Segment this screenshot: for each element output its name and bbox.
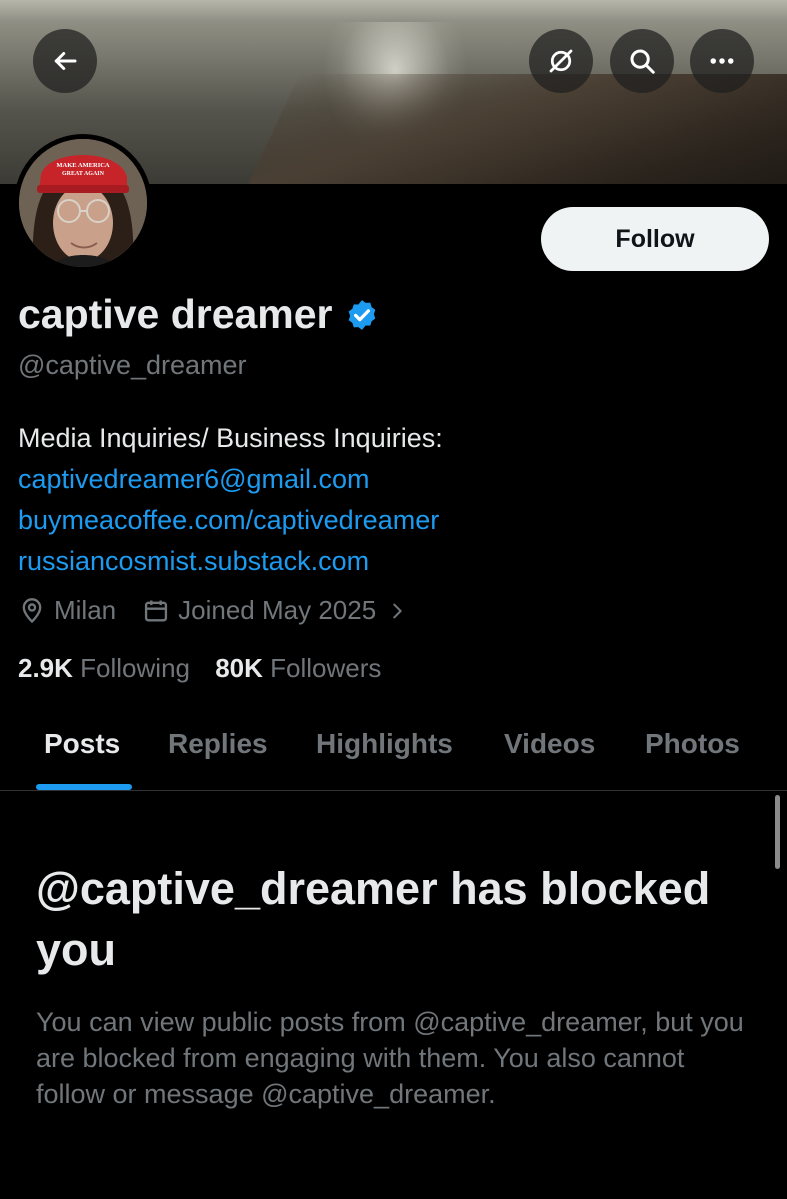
tab-replies[interactable]: Replies [168, 728, 268, 760]
bio-link-substack[interactable]: russiancosmist.substack.com [18, 541, 443, 582]
profile-stats: 2.9K Following 80K Followers [18, 653, 399, 684]
profile-tabs: Posts Replies Highlights Videos Photos [0, 710, 787, 791]
avatar[interactable]: MAKE AMERICA GREAT AGAIN [14, 134, 152, 272]
following-label: Following [80, 653, 190, 683]
profile-page: MAKE AMERICA GREAT AGAIN Follow captive … [0, 0, 787, 1199]
back-button[interactable] [33, 29, 97, 93]
profile-handle: @captive_dreamer [18, 350, 247, 380]
following-count: 2.9K [18, 653, 73, 683]
tab-photos[interactable]: Photos [645, 728, 740, 760]
tab-posts[interactable]: Posts [44, 728, 120, 760]
svg-text:MAKE AMERICA: MAKE AMERICA [56, 162, 110, 169]
bio-text: Media Inquiries/ Business Inquiries: [18, 423, 443, 453]
display-name: captive dreamer [18, 291, 379, 338]
following-stat[interactable]: 2.9K Following [18, 653, 197, 683]
verified-badge-icon[interactable] [345, 298, 379, 332]
scrollbar[interactable] [775, 795, 780, 869]
bio-link-buymeacoffee[interactable]: buymeacoffee.com/captivedreamer [18, 500, 443, 541]
bio-link-email[interactable]: captivedreamer6@gmail.com [18, 459, 443, 500]
joined-item[interactable]: Joined May 2025 [142, 595, 408, 626]
no-sync-button[interactable] [529, 29, 593, 93]
search-icon [630, 49, 655, 74]
followers-stat[interactable]: 80K Followers [215, 653, 381, 683]
avatar-photo: MAKE AMERICA GREAT AGAIN [19, 139, 147, 267]
display-name-text: captive dreamer [18, 291, 333, 337]
chevron-right-icon [393, 603, 402, 618]
tab-highlights[interactable]: Highlights [316, 728, 453, 760]
location-text: Milan [54, 595, 117, 625]
blocked-title: @captive_dreamer has blocked you [36, 863, 711, 975]
profile-meta: Milan Joined May 2025 [18, 595, 434, 626]
profile-bio: Media Inquiries/ Business Inquiries: cap… [18, 418, 443, 582]
joined-text: Joined May 2025 [178, 595, 377, 625]
location-pin-icon [22, 597, 42, 623]
active-tab-indicator [36, 784, 132, 790]
more-icon [710, 58, 734, 64]
no-sync-icon [549, 49, 573, 73]
tab-videos[interactable]: Videos [504, 728, 595, 760]
blocked-description: You can view public posts from @captive_… [36, 1007, 744, 1109]
followers-count: 80K [215, 653, 263, 683]
followers-label: Followers [270, 653, 382, 683]
follow-button[interactable]: Follow [541, 207, 769, 271]
location-item: Milan [18, 595, 116, 626]
svg-text:GREAT AGAIN: GREAT AGAIN [62, 171, 105, 177]
more-button[interactable] [690, 29, 754, 93]
search-button[interactable] [610, 29, 674, 93]
arrow-left-icon [54, 52, 77, 70]
calendar-icon [145, 600, 168, 621]
